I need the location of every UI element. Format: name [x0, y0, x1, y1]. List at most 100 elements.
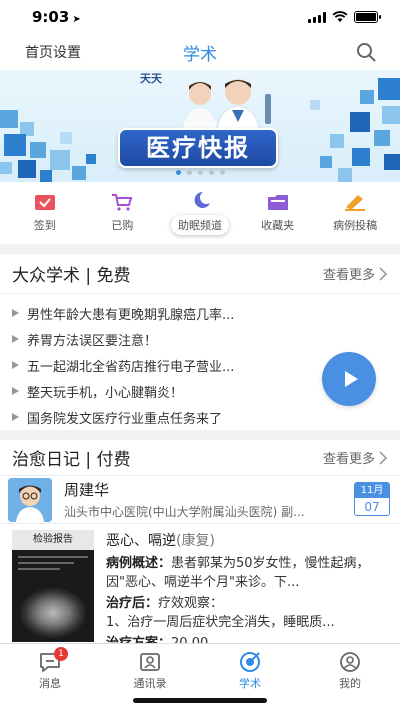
thumbnail-label: 检验报告	[12, 530, 94, 550]
quick-purchased-button[interactable]: 已购	[87, 182, 157, 244]
paid-more-label: 查看更多	[322, 452, 375, 467]
news-item-title: 五一起湖北全省药店推行电子营业...	[27, 359, 235, 375]
quick-submit-case-button[interactable]: 病例投稿	[320, 182, 390, 244]
case-tag: (康复)	[176, 533, 215, 549]
cart-icon	[112, 194, 133, 211]
profile-icon	[340, 652, 360, 672]
battery-icon	[354, 11, 381, 23]
top-nav-bar: 首页设置 学术	[0, 34, 400, 70]
public-section-header: 大众学术 | 免费 查看更多	[0, 254, 400, 294]
bullet-triangle-icon	[12, 413, 19, 421]
tab-contacts-label: 通讯录	[133, 677, 167, 690]
case-title: 恶心、嗝逆(康复)	[106, 530, 376, 550]
date-badge: 11月 07	[354, 482, 390, 516]
author-info: 周建华 汕头市中心医院(中山大学附属汕头医院) 副...	[64, 479, 344, 520]
case-after-text2: 1、治疗一周后症状完全消失，睡眠质...	[106, 615, 335, 630]
carousel-dot[interactable]	[208, 170, 214, 175]
case-card[interactable]: 检验报告 恶心、嗝逆(康复) 病例概述：患者郭某为50岁女性，慢性起病，因"恶心…	[0, 524, 400, 659]
doctors-illustration	[182, 79, 271, 136]
case-after: 治疗后：疗效观察： 1、治疗一周后症状完全消失，睡眠质...	[106, 594, 376, 632]
carousel-dot[interactable]	[219, 170, 225, 175]
paid-more-link[interactable]: 查看更多	[323, 448, 388, 467]
tab-messages-label: 消息	[39, 677, 61, 690]
location-arrow-icon: ➤	[72, 14, 81, 25]
quick-purchased-label: 已购	[111, 219, 134, 232]
paid-section-header: 治愈日记 | 付费 查看更多	[0, 440, 400, 476]
public-more-label: 查看更多	[322, 268, 375, 283]
news-item[interactable]: 男性年龄大患有更晚期乳腺癌几率...	[0, 300, 400, 326]
quick-sleep-channel-button[interactable]: 助眠频道	[165, 182, 235, 244]
bullet-triangle-icon	[12, 361, 19, 369]
home-settings-button[interactable]: 首页设置	[25, 42, 81, 62]
chevron-right-icon	[379, 266, 388, 281]
quick-sleep-channel-label: 助眠频道	[170, 215, 229, 235]
banner-logo-line1: 天天	[140, 72, 162, 85]
wifi-icon	[332, 11, 348, 22]
tab-messages[interactable]: 1 消息	[0, 644, 100, 711]
search-icon[interactable]	[356, 42, 376, 62]
status-bar: 9:03 ➤	[0, 0, 400, 34]
carousel-dot[interactable]	[186, 170, 192, 175]
author-name: 周建华	[64, 481, 110, 499]
bottom-tab-bar: 1 消息 通讯录 学术 我的	[0, 643, 400, 711]
case-content: 恶心、嗝逆(康复) 病例概述：患者郭某为50岁女性，慢性起病，因"恶心、嗝逆半个…	[106, 530, 376, 653]
banner-carousel[interactable]: 天天 医疗快报	[0, 70, 400, 182]
news-item-title: 男性年龄大患有更晚期乳腺癌几率...	[27, 307, 235, 323]
news-item-title: 国务院发文医疗行业重点任务来了	[27, 411, 223, 427]
quick-actions: 签到 已购 助眠频道 收藏夹 病例投稿	[0, 182, 400, 244]
chevron-right-icon	[379, 450, 388, 465]
submit-case-icon	[345, 195, 366, 211]
case-summary-label: 病例概述：	[106, 556, 172, 571]
news-item-title: 整天玩手机，小心腱鞘炎！	[27, 385, 184, 401]
play-button[interactable]	[322, 352, 376, 406]
news-item-title: 养胃方法误区要注意！	[27, 333, 158, 349]
quick-submit-case-label: 病例投稿	[333, 219, 378, 232]
case-thumbnail: 检验报告	[12, 530, 94, 642]
case-after-label: 治疗后：	[106, 596, 159, 611]
quick-favorites-button[interactable]: 收藏夹	[243, 182, 313, 244]
quick-favorites-label: 收藏夹	[261, 219, 295, 232]
mosaic-decoration-left	[0, 110, 96, 182]
banner-logo: 天天	[140, 72, 162, 85]
bullet-triangle-icon	[12, 309, 19, 317]
checkin-icon	[34, 195, 55, 210]
banner-headline: 医疗快报	[118, 128, 278, 168]
tab-mine[interactable]: 我的	[300, 644, 400, 711]
avatar	[8, 477, 52, 522]
signal-icon	[308, 11, 326, 23]
tab-mine-label: 我的	[339, 677, 361, 690]
author-row[interactable]: 周建华 汕头市中心医院(中山大学附属汕头医院) 副... 11月 07	[0, 476, 400, 524]
date-day: 07	[364, 500, 380, 514]
case-after-text: 疗效观察：	[158, 596, 224, 611]
status-time: 9:03 ➤	[32, 8, 81, 26]
carousel-indicator	[0, 170, 400, 175]
doctor-avatar-icon	[8, 477, 52, 522]
academic-icon	[240, 652, 260, 672]
quick-checkin-label: 签到	[33, 219, 56, 232]
bullet-triangle-icon	[12, 387, 19, 395]
unread-badge: 1	[54, 647, 68, 661]
time-text: 9:03	[32, 8, 70, 26]
quick-checkin-button[interactable]: 签到	[10, 182, 80, 244]
carousel-dot[interactable]	[175, 170, 181, 175]
status-icons	[308, 11, 381, 23]
date-month: 11月	[355, 483, 389, 498]
home-indicator	[133, 698, 267, 703]
paid-section-title: 治愈日记 | 付费	[12, 450, 131, 470]
contacts-icon	[140, 653, 160, 671]
news-item[interactable]: 养胃方法误区要注意！	[0, 326, 400, 352]
tab-academic-label: 学术	[239, 677, 261, 690]
public-section-title: 大众学术 | 免费	[12, 266, 131, 286]
case-title-text: 恶心、嗝逆	[106, 533, 176, 549]
news-item[interactable]: 国务院发文医疗行业重点任务来了	[0, 404, 400, 430]
page-title: 学术	[183, 44, 217, 65]
scan-image	[20, 588, 86, 638]
moon-icon	[194, 191, 210, 208]
mosaic-decoration-right	[310, 78, 400, 182]
folder-icon	[267, 195, 288, 210]
author-org: 汕头市中心医院(中山大学附属汕头医院) 副...	[64, 505, 305, 519]
carousel-dot[interactable]	[197, 170, 203, 175]
public-more-link[interactable]: 查看更多	[323, 264, 388, 283]
bullet-triangle-icon	[12, 335, 19, 343]
report-lines	[18, 556, 88, 574]
